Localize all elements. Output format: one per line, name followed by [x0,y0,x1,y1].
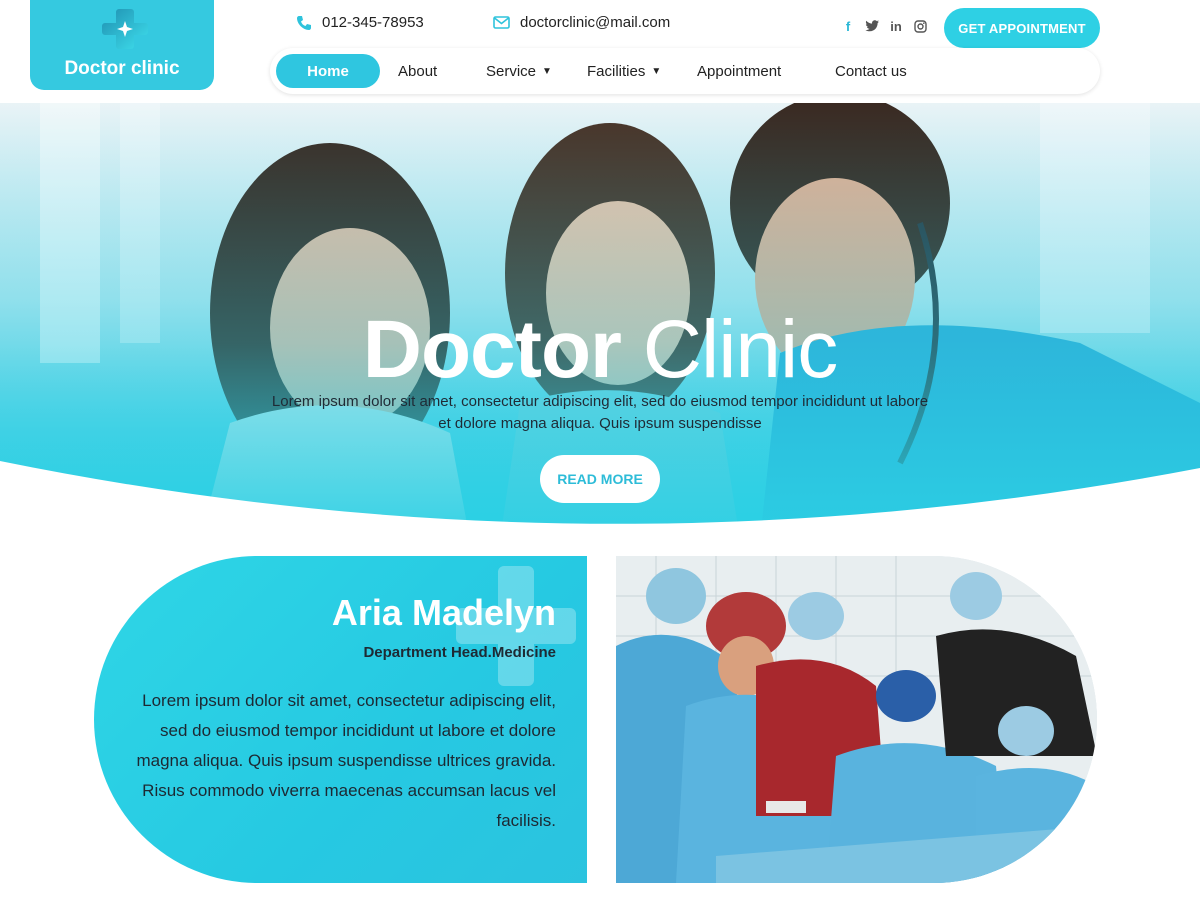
hero-banner: Doctor Clinic Lorem ipsum dolor sit amet… [0,103,1200,540]
chevron-down-icon: ▼ [542,65,552,77]
nav-item-home[interactable]: Home [276,54,380,88]
doctor-profile-card: Aria Madelyn Department Head.Medicine Lo… [94,556,587,883]
nav-item-about[interactable]: About [398,54,437,88]
get-appointment-button[interactable]: GET APPOINTMENT [944,8,1100,48]
linkedin-icon[interactable]: in [888,18,904,34]
nav-item-contact[interactable]: Contact us [835,54,907,88]
social-links: f in [840,18,928,34]
surgery-photo [616,556,1097,883]
nav-item-service[interactable]: Service ▼ [486,54,552,88]
doctor-role: Department Head.Medicine [363,644,556,661]
facebook-icon[interactable]: f [840,18,856,34]
instagram-icon[interactable] [912,18,928,34]
logo-text: Doctor clinic [64,58,180,79]
phone-number: 012-345-78953 [322,14,424,31]
read-more-button[interactable]: READ MORE [540,455,660,503]
chevron-down-icon: ▼ [651,65,662,77]
nav-item-facilities[interactable]: Facilities ▼ [587,54,661,88]
main-nav: Home About Service ▼ Facilities ▼ Appoin… [270,48,1100,94]
doctor-name: Aria Madelyn [331,592,556,633]
nav-item-facilities-label: Facilities [587,62,646,80]
hero-title-light: Clinic [642,304,838,395]
hero-title: Doctor Clinic [0,303,1200,397]
page: Doctor clinic 012-345-78953 doctorclinic… [0,0,1200,900]
surgery-image [616,556,1097,883]
mail-icon [493,16,510,29]
contact-phone[interactable]: 012-345-78953 [296,14,424,31]
hero-title-bold: Doctor [362,304,622,395]
hero-description: Lorem ipsum dolor sit amet, consectetur … [271,393,929,432]
email-address: doctorclinic@mail.com [520,14,671,31]
nav-item-service-label: Service [486,62,537,80]
twitter-icon[interactable] [864,18,880,34]
site-logo[interactable]: Doctor clinic [30,0,214,90]
contact-email[interactable]: doctorclinic@mail.com [493,14,670,31]
doctor-bio: Lorem ipsum dolor sit amet, consectetur … [136,691,556,830]
nav-item-appointment[interactable]: Appointment [697,54,781,88]
medical-cross-icon [102,9,148,49]
phone-icon [297,15,311,30]
